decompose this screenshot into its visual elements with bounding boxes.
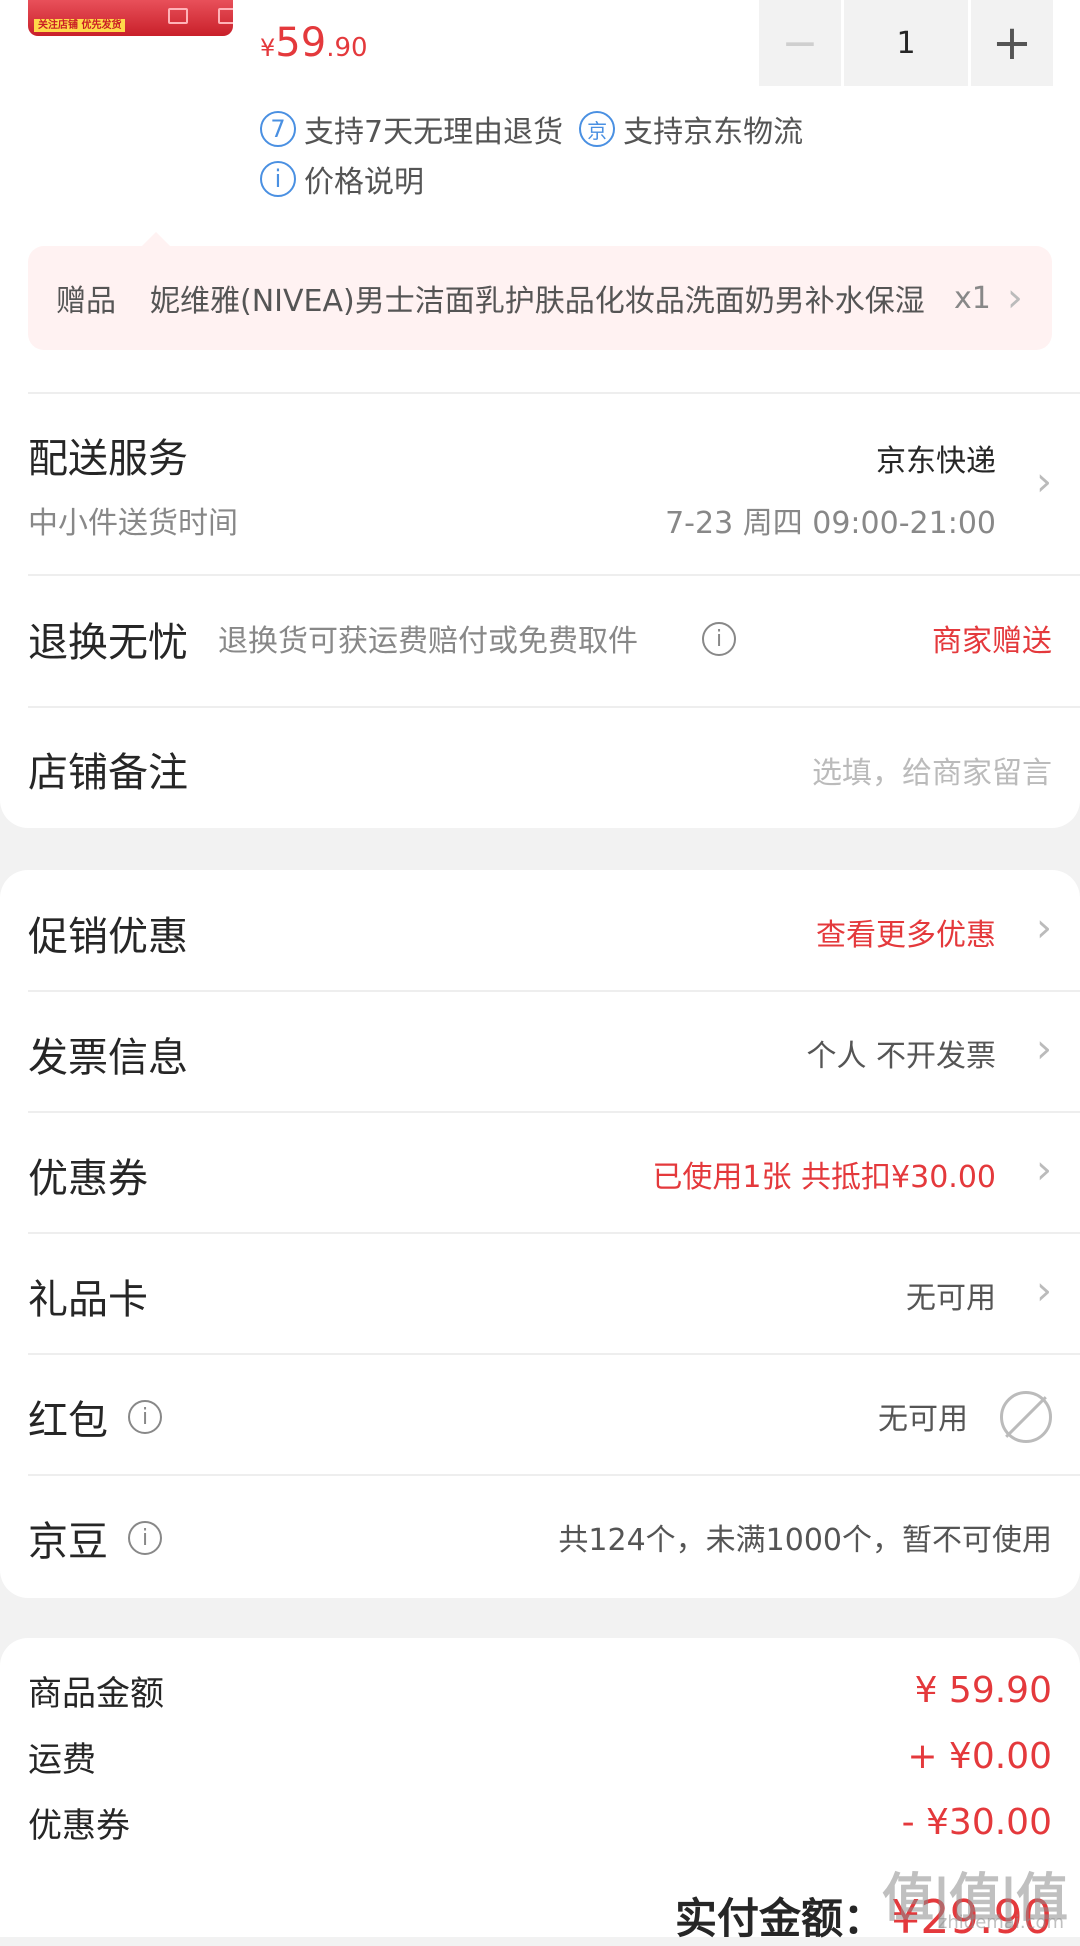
price-explanation-link[interactable]: i 价格说明 xyxy=(260,156,803,202)
red-packet-row[interactable]: 红包 i 无可用 xyxy=(28,1388,1052,1448)
return-desc: 退换货可获运费赔付或免费取件 xyxy=(218,624,638,659)
coupon-deduction-row: 优惠券 - ¥30.00 xyxy=(28,1798,1052,1847)
coupon-value: 已使用1张 共抵扣¥30.00 xyxy=(652,1160,996,1195)
home-icon xyxy=(168,8,188,24)
gift-count: x1 xyxy=(954,280,991,316)
promotion-title: 促销优惠 xyxy=(28,914,188,960)
chevron-right-icon: › xyxy=(1036,459,1052,505)
gift-card-value: 无可用 xyxy=(906,1281,996,1316)
jingdou-row[interactable]: 京豆 i 共124个，未满1000个，暂不可使用 xyxy=(28,1509,1052,1569)
divider xyxy=(28,990,1080,992)
divider xyxy=(28,1232,1080,1234)
chevron-right-icon: › xyxy=(1036,1268,1052,1314)
divider xyxy=(28,1111,1080,1113)
thumbnail-tag: 关注店铺 优先发货 xyxy=(34,19,126,32)
shop-note-title: 店铺备注 xyxy=(28,750,188,796)
gift-card-title: 礼品卡 xyxy=(28,1277,148,1323)
shipping-label: 运费 xyxy=(28,1740,96,1780)
goods-amount-value: ¥ 59.90 xyxy=(914,1670,1052,1711)
price-explanation-label: 价格说明 xyxy=(304,165,424,200)
coupon-deduction-label: 优惠券 xyxy=(28,1806,130,1846)
chevron-right-icon: › xyxy=(1036,1026,1052,1072)
gift-name: 妮维雅(NIVEA)男士洁面乳护肤品化妆品洗面奶男补水保湿 xyxy=(150,284,925,319)
goods-amount-row: 商品金额 ¥ 59.90 xyxy=(28,1666,1052,1715)
info-icon[interactable]: i xyxy=(128,1521,162,1555)
invoice-row[interactable]: 发票信息 个人 不开发票 › xyxy=(28,1025,1052,1085)
service-tags: 7 支持7天无理由退货 京 支持京东物流 i 价格说明 xyxy=(260,106,803,206)
divider xyxy=(28,706,1080,708)
gift-pointer xyxy=(142,232,170,246)
divider xyxy=(28,1474,1080,1476)
watermark-site: zhidemai.com xyxy=(937,1912,1064,1933)
return-value: 商家赠送 xyxy=(932,624,1052,659)
goods-amount-label: 商品金额 xyxy=(28,1674,164,1714)
gift-row[interactable]: 赠品 妮维雅(NIVEA)男士洁面乳护肤品化妆品洗面奶男补水保湿 x1 › xyxy=(28,232,1052,350)
shipping-value: + ¥0.00 xyxy=(907,1736,1052,1777)
increase-quantity-button[interactable]: + xyxy=(971,0,1053,86)
jd-logistics-icon: 京 xyxy=(579,111,616,147)
seven-day-return-icon: 7 xyxy=(260,111,296,147)
info-icon[interactable]: i xyxy=(128,1400,162,1434)
cart-icon xyxy=(218,8,233,24)
decrease-quantity-button[interactable]: − xyxy=(759,0,841,86)
chevron-right-icon: › xyxy=(1006,275,1023,321)
info-icon[interactable]: i xyxy=(702,622,736,656)
jd-logistics-tag: 支持京东物流 xyxy=(623,115,804,150)
seven-day-return-tag: 支持7天无理由退货 xyxy=(304,115,564,150)
coupon-deduction-value: - ¥30.00 xyxy=(901,1802,1052,1843)
red-packet-title: 红包 xyxy=(28,1398,108,1444)
gift-label: 赠品 xyxy=(56,284,116,319)
shop-note-input[interactable]: 选填，给商家留言 xyxy=(812,748,1052,792)
delivery-time-value: 7-23 周四 09:00-21:00 xyxy=(665,506,996,541)
delivery-service-row[interactable]: 配送服务 中小件送货时间 京东快递 7-23 周四 09:00-21:00 › xyxy=(28,426,1052,566)
delivery-carrier: 京东快递 xyxy=(876,444,996,479)
invoice-title: 发票信息 xyxy=(28,1035,188,1081)
delivery-title: 配送服务 xyxy=(28,436,188,482)
quantity-value[interactable]: 1 xyxy=(844,0,968,86)
divider xyxy=(28,574,1080,576)
product-thumbnail[interactable]: 关注店铺 优先发货 xyxy=(28,0,233,36)
discounts-card xyxy=(0,870,1080,1598)
product-price: ¥59.90 xyxy=(260,20,368,66)
return-title: 退换无忧 xyxy=(28,620,188,666)
jingdou-title: 京豆 xyxy=(28,1519,108,1565)
chevron-right-icon: › xyxy=(1036,905,1052,951)
hassle-free-return-row[interactable]: 退换无忧 退换货可获运费赔付或免费取件 i 商家赠送 xyxy=(28,610,1052,670)
invoice-value: 个人 不开发票 xyxy=(806,1039,996,1074)
chevron-right-icon: › xyxy=(1036,1147,1052,1193)
promotion-row[interactable]: 促销优惠 查看更多优惠 › xyxy=(28,904,1052,964)
order-items-card: 关注店铺 优先发货 ¥59.90 − 1 + 7 支持7天无理由退货 京 支持京… xyxy=(0,0,1080,828)
coupon-row[interactable]: 优惠券 已使用1张 共抵扣¥30.00 › xyxy=(28,1146,1052,1206)
unavailable-icon xyxy=(1000,1391,1052,1443)
delivery-time-label: 中小件送货时间 xyxy=(28,506,238,541)
gift-card-row[interactable]: 礼品卡 无可用 › xyxy=(28,1267,1052,1327)
divider xyxy=(28,1353,1080,1355)
info-icon: i xyxy=(260,161,296,197)
divider xyxy=(28,392,1080,394)
shipping-row: 运费 + ¥0.00 xyxy=(28,1732,1052,1781)
quantity-stepper: − 1 + xyxy=(759,0,1053,86)
shop-note-row[interactable]: 店铺备注 选填，给商家留言 xyxy=(28,740,1052,800)
coupon-title: 优惠券 xyxy=(28,1156,148,1202)
red-packet-value: 无可用 xyxy=(878,1402,968,1437)
jingdou-value: 共124个，未满1000个，暂不可使用 xyxy=(558,1523,1052,1558)
promotion-value: 查看更多优惠 xyxy=(816,918,996,953)
